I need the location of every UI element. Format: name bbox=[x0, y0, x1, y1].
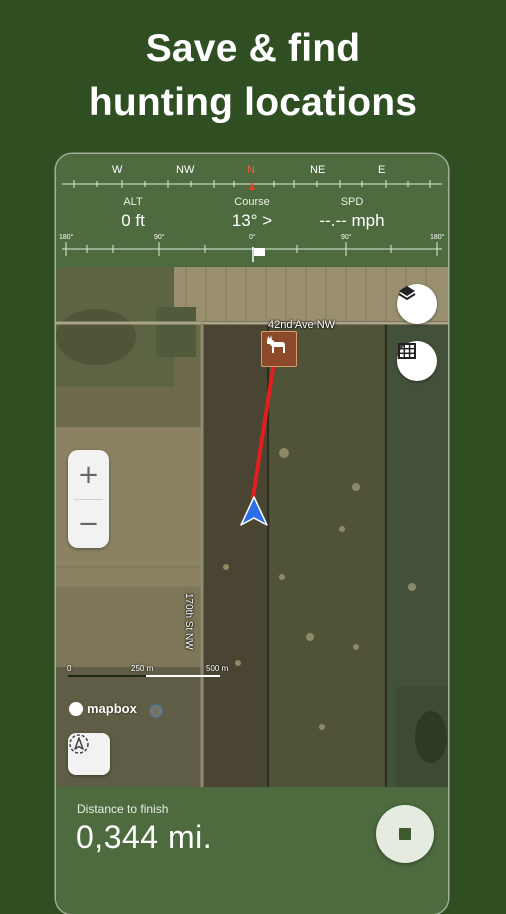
alt-value: 0 ft bbox=[121, 211, 145, 230]
headline: Save & find hunting locations bbox=[0, 22, 506, 130]
course-value: 13° > bbox=[231, 211, 273, 230]
stop-button[interactable] bbox=[376, 805, 434, 863]
heading-marker-90-left: 90° bbox=[154, 234, 165, 241]
compass-dir-w: W bbox=[112, 164, 123, 176]
deer-icon bbox=[267, 335, 285, 353]
recenter-button[interactable] bbox=[68, 733, 110, 775]
mapbox-logo-text: mapbox bbox=[87, 701, 137, 716]
alt-label: ALT bbox=[123, 196, 143, 208]
attribution-info-button[interactable]: i bbox=[149, 704, 163, 718]
heading-marker-90-right: 90° bbox=[341, 234, 352, 241]
compass-recenter-icon bbox=[69, 734, 89, 754]
tracking-panel: Distance to finish 0,344 mi. bbox=[56, 787, 448, 914]
scale-label-500: 500 m bbox=[206, 664, 229, 673]
compass-dir-ne: NE bbox=[310, 164, 326, 176]
zoom-divider bbox=[74, 499, 103, 500]
mapbox-logo[interactable]: mapbox bbox=[69, 701, 137, 716]
satellite-map[interactable]: 42nd Ave NW 170th St NW 0 250 m 500 m + bbox=[56, 267, 448, 787]
compass-dir-n: N bbox=[247, 164, 255, 176]
headline-line-2: hunting locations bbox=[88, 81, 418, 124]
zoom-out-button[interactable]: − bbox=[68, 499, 109, 548]
spd-value: --.-- mph bbox=[319, 211, 385, 230]
road-label-170th-st: 170th St NW bbox=[183, 593, 194, 650]
phone-screen: W NW N NE E 180° 90° 0° 90° 180° ALT 0 f… bbox=[56, 154, 448, 914]
grid-button[interactable] bbox=[397, 341, 437, 381]
spd-label: SPD bbox=[340, 196, 364, 208]
scale-label-250: 250 m bbox=[131, 664, 154, 673]
north-pointer-icon bbox=[249, 182, 255, 190]
compass-dir-e: E bbox=[378, 164, 386, 176]
distance-value: 0,344 mi. bbox=[76, 819, 213, 855]
zoom-control: + − bbox=[68, 450, 109, 548]
deer-marker[interactable] bbox=[261, 331, 297, 367]
mapbox-logo-icon bbox=[69, 701, 83, 716]
scale-label-0: 0 bbox=[67, 664, 72, 673]
heading-marker-180-left: 180° bbox=[59, 234, 74, 241]
heading-marker-180-right: 180° bbox=[430, 234, 445, 241]
layers-icon bbox=[398, 286, 416, 301]
navigation-arrow-icon bbox=[240, 496, 268, 526]
spd-metric: SPD --.-- mph bbox=[297, 196, 407, 231]
layers-button[interactable] bbox=[397, 284, 437, 324]
headline-line-1: Save & find bbox=[145, 27, 361, 70]
course-label: Course bbox=[234, 196, 270, 208]
flag-icon bbox=[252, 247, 265, 262]
grid-icon bbox=[398, 343, 416, 359]
alt-metric: ALT 0 ft bbox=[78, 196, 188, 231]
compass-dir-nw: NW bbox=[176, 164, 195, 176]
course-metric[interactable]: Course 13° > bbox=[197, 196, 307, 231]
distance-label: Distance to finish bbox=[77, 802, 169, 816]
heading-marker-0: 0° bbox=[249, 234, 256, 241]
zoom-in-button[interactable]: + bbox=[68, 450, 109, 499]
compass-header: W NW N NE E 180° 90° 0° 90° 180° ALT 0 f… bbox=[56, 154, 448, 267]
road-label-42nd-ave: 42nd Ave NW bbox=[268, 319, 336, 331]
stop-icon bbox=[399, 828, 411, 840]
